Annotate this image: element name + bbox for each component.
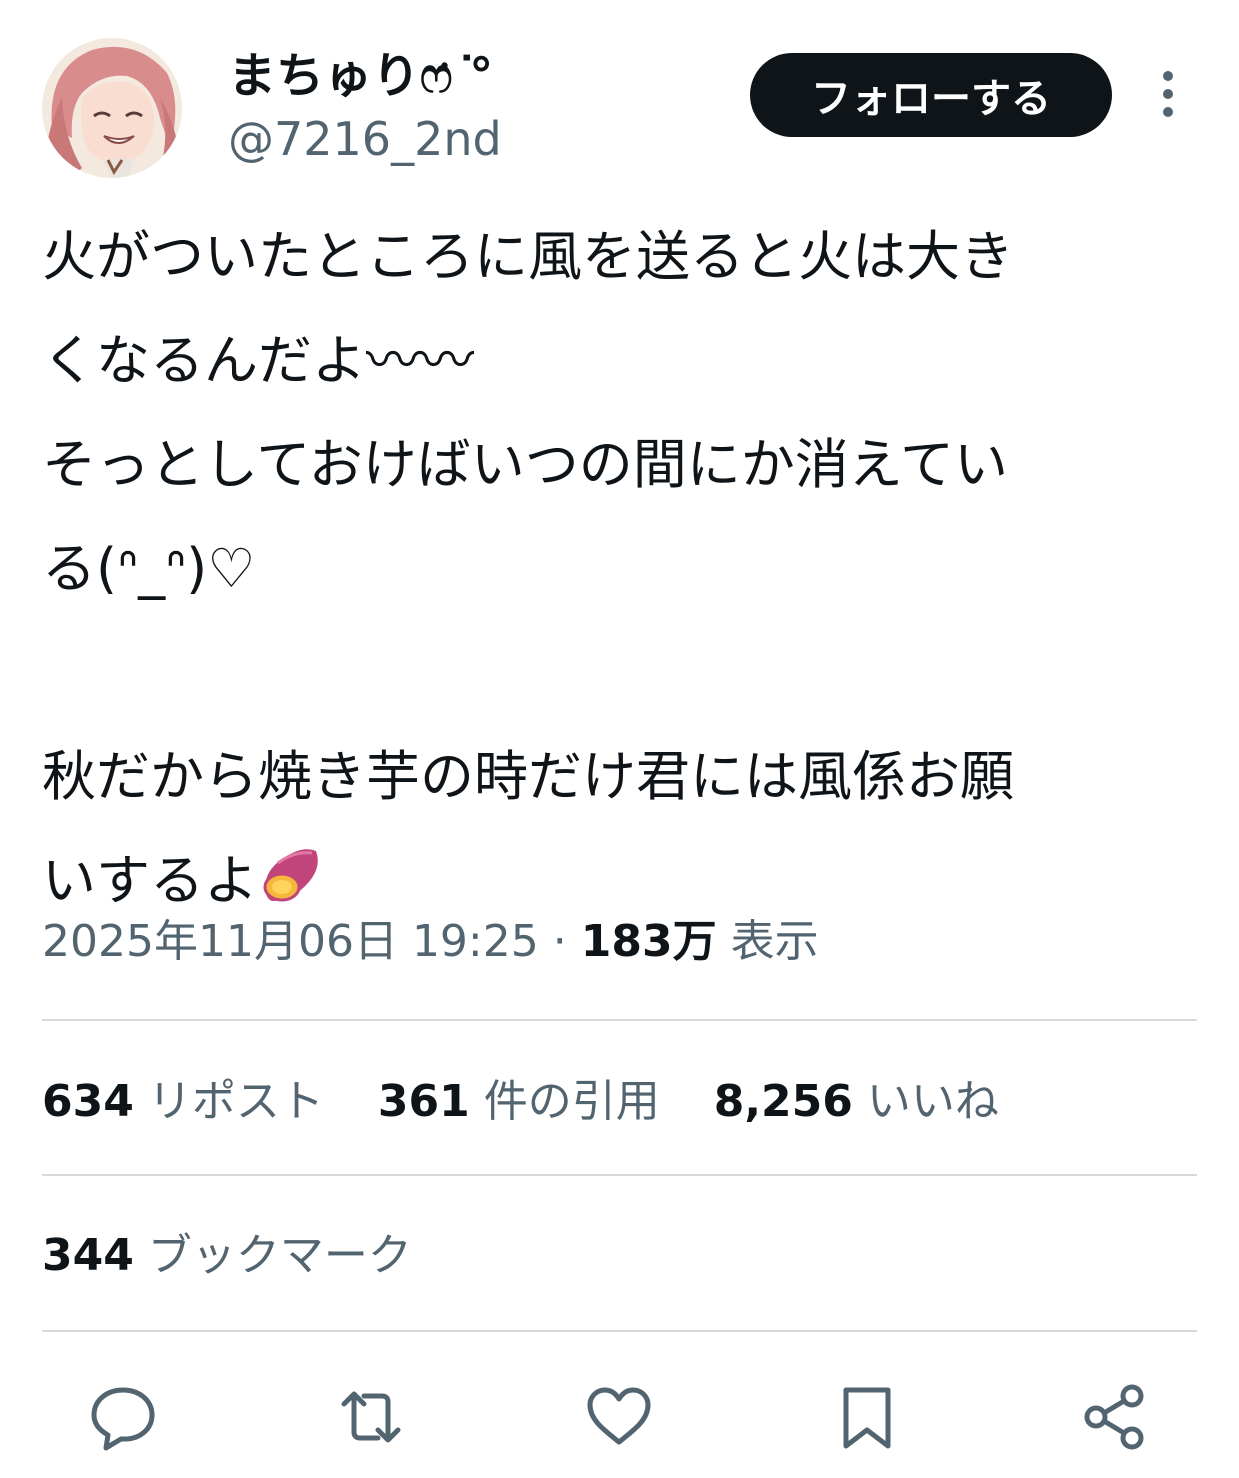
- action-bar: [0, 1382, 1239, 1452]
- likes-label: いいね: [866, 1076, 999, 1127]
- sweet-potato-icon: [258, 839, 324, 905]
- engagement-stats: 634 リポスト 361 件の引用 8,256 いいね: [42, 1072, 1039, 1132]
- tweet-meta: 2025年11月06日 19:25 · 183万 表示: [42, 912, 819, 972]
- tweet-line: 火がついたところに風を送ると火は大き: [42, 225, 1014, 288]
- bookmarks-stat[interactable]: 344 ブックマーク: [42, 1226, 412, 1286]
- reply-icon[interactable]: [88, 1382, 158, 1452]
- meta-separator: ·: [552, 916, 567, 967]
- bookmarks-label: ブックマーク: [147, 1230, 412, 1281]
- reposts-label: リポスト: [147, 1076, 324, 1127]
- bookmarks-stats: 344 ブックマーク: [42, 1226, 452, 1286]
- tweet-line-text: いするよ: [42, 849, 258, 912]
- share-icon[interactable]: [1080, 1382, 1150, 1452]
- tweet-text: 火がついたところに風を送ると火は大き くなるんだよ〰︎〰︎ そっとしておけばいつ…: [42, 205, 1202, 933]
- like-icon[interactable]: [584, 1382, 654, 1452]
- user-handle[interactable]: @7216_2nd: [228, 110, 502, 168]
- quotes-stat[interactable]: 361 件の引用: [378, 1072, 660, 1132]
- avatar[interactable]: [42, 38, 182, 178]
- tweet-line: る(ᐢ_ᐢ)♡: [42, 537, 256, 600]
- reposts-stat[interactable]: 634 リポスト: [42, 1072, 324, 1132]
- views-label: 表示: [730, 916, 819, 967]
- reposts-count: 634: [42, 1076, 134, 1127]
- tweet-line: くなるんだよ〰︎〰︎: [42, 329, 474, 392]
- quotes-count: 361: [377, 1076, 470, 1127]
- likes-stat[interactable]: 8,256 いいね: [714, 1072, 999, 1132]
- divider: [42, 1330, 1197, 1332]
- bookmarks-count: 344: [42, 1230, 134, 1281]
- more-options-icon[interactable]: [1150, 68, 1186, 124]
- divider: [42, 1174, 1197, 1176]
- display-name[interactable]: まちゅりෆ̇ ͘͘°: [228, 46, 502, 106]
- divider: [42, 1019, 1197, 1021]
- bookmark-icon[interactable]: [832, 1382, 902, 1452]
- anime-girl-avatar: [42, 38, 182, 178]
- follow-button[interactable]: フォローする: [750, 53, 1112, 137]
- retweet-icon[interactable]: [336, 1382, 406, 1452]
- tweet-header: まちゅりෆ̇ ͘͘° @7216_2nd フォローする: [42, 38, 1197, 180]
- timestamp[interactable]: 2025年11月06日 19:25: [42, 916, 539, 967]
- tweet-line: 秋だから焼き芋の時だけ君には風係お願: [42, 745, 1014, 808]
- tweet-line: そっとしておけばいつの間にか消えてい: [42, 433, 1009, 496]
- likes-count: 8,256: [713, 1076, 853, 1127]
- views-count: 183万: [580, 916, 717, 967]
- quotes-label: 件の引用: [483, 1076, 660, 1127]
- user-names: まちゅりෆ̇ ͘͘° @7216_2nd: [228, 46, 502, 168]
